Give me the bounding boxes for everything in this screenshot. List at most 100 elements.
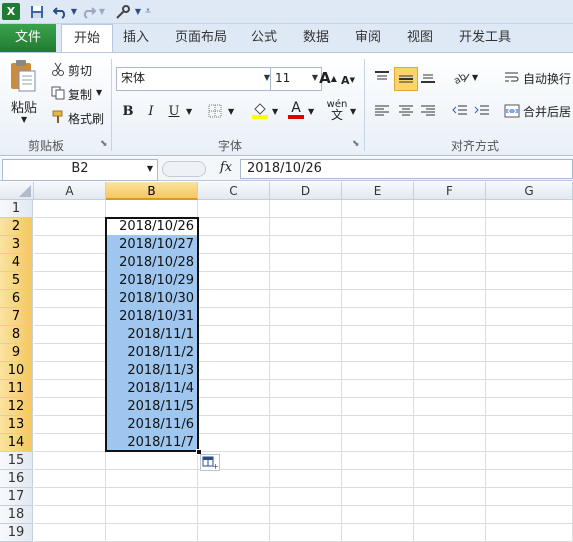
font-launcher-icon[interactable]: ⬊ [352,139,360,149]
tab-page-layout[interactable]: 页面布局 [168,24,234,52]
row-header[interactable]: 2 [0,218,33,236]
cell[interactable] [414,254,486,272]
cell[interactable] [34,254,106,272]
tab-view[interactable]: 视图 [400,24,440,52]
cut-button[interactable]: 剪切 [68,62,92,79]
row-header[interactable]: 5 [0,272,33,290]
auto-fill-options-icon[interactable]: + [200,454,220,471]
cell[interactable] [414,398,486,416]
increase-indent-icon[interactable] [472,101,492,121]
cell[interactable] [342,434,414,452]
cell[interactable] [198,470,270,488]
cell[interactable] [486,290,573,308]
cell[interactable] [198,380,270,398]
bold-button[interactable]: B [120,101,136,121]
cell[interactable] [34,290,106,308]
cell[interactable] [486,254,573,272]
tab-file[interactable]: 文件 [0,24,56,52]
column-header[interactable]: D [270,182,342,200]
row-header[interactable]: 19 [0,524,33,542]
cell[interactable] [342,362,414,380]
cell[interactable] [270,254,342,272]
excel-logo-icon[interactable]: X [2,3,20,20]
copy-dropdown-icon[interactable]: ▼ [96,88,102,97]
cell[interactable] [486,506,573,524]
cell[interactable] [486,380,573,398]
cell[interactable] [270,200,342,218]
cell[interactable] [34,308,106,326]
cell[interactable] [198,434,270,452]
cell[interactable] [270,488,342,506]
redo-dropdown-icon[interactable]: ▼ [98,3,106,20]
borders-dropdown-icon[interactable]: ▼ [228,107,234,116]
cell[interactable] [486,218,573,236]
cell[interactable] [270,236,342,254]
cell[interactable] [34,236,106,254]
column-header[interactable]: E [342,182,414,200]
formula-input[interactable]: 2018/10/26 [240,159,573,179]
cell[interactable] [486,524,573,542]
cell[interactable] [34,470,106,488]
row-header[interactable]: 10 [0,362,33,380]
insert-function-icon[interactable]: fx [216,160,236,178]
cell[interactable] [34,506,106,524]
cell[interactable] [270,416,342,434]
tab-data[interactable]: 数据 [296,24,336,52]
underline-button[interactable]: U [166,101,182,121]
cell[interactable] [414,470,486,488]
cell[interactable] [34,416,106,434]
tab-formulas[interactable]: 公式 [244,24,284,52]
cell[interactable] [414,434,486,452]
row-header[interactable]: 14 [0,434,33,452]
cell[interactable] [414,416,486,434]
row-header[interactable]: 9 [0,344,33,362]
row-header[interactable]: 1 [0,200,33,218]
cell[interactable] [270,272,342,290]
cell[interactable] [342,290,414,308]
tab-review[interactable]: 审阅 [348,24,388,52]
cell[interactable] [342,218,414,236]
cell[interactable] [414,308,486,326]
cell[interactable] [342,488,414,506]
cell[interactable] [198,506,270,524]
row-header[interactable]: 16 [0,470,33,488]
cell[interactable] [198,254,270,272]
wrap-text-button[interactable]: 自动换行 [523,70,571,87]
row-header[interactable]: 15 [0,452,33,470]
align-bottom-icon[interactable] [418,67,438,87]
cell[interactable] [270,452,342,470]
cell[interactable] [198,290,270,308]
cell[interactable] [198,344,270,362]
cell[interactable] [198,488,270,506]
cell[interactable] [34,452,106,470]
cell[interactable] [486,362,573,380]
align-middle-icon[interactable] [394,67,418,91]
font-color-dropdown-icon[interactable]: ▼ [308,107,314,116]
cell[interactable] [270,434,342,452]
tools-icon[interactable] [112,3,134,20]
tab-developer[interactable]: 开发工具 [452,24,518,52]
cell[interactable] [342,416,414,434]
cell[interactable] [414,326,486,344]
cell[interactable] [414,488,486,506]
column-header[interactable]: F [414,182,486,200]
cell[interactable] [414,362,486,380]
row-header[interactable]: 12 [0,398,33,416]
cell[interactable] [198,362,270,380]
shrink-font-button[interactable]: A ▼ [340,69,356,91]
customize-qat-icon[interactable]: ⩡ [144,3,152,20]
cell[interactable] [342,254,414,272]
wrap-text-icon[interactable] [503,67,521,87]
name-box[interactable]: B2 ▼ [2,159,158,181]
cell[interactable] [34,398,106,416]
cell[interactable] [342,398,414,416]
cell[interactable] [486,344,573,362]
font-size-select[interactable]: 11 ▼ [270,67,322,91]
redo-icon[interactable] [80,3,98,20]
cell[interactable] [342,524,414,542]
cell[interactable] [486,416,573,434]
column-header[interactable]: A [34,182,106,200]
cell[interactable] [198,326,270,344]
cell[interactable] [342,236,414,254]
cell[interactable] [270,290,342,308]
